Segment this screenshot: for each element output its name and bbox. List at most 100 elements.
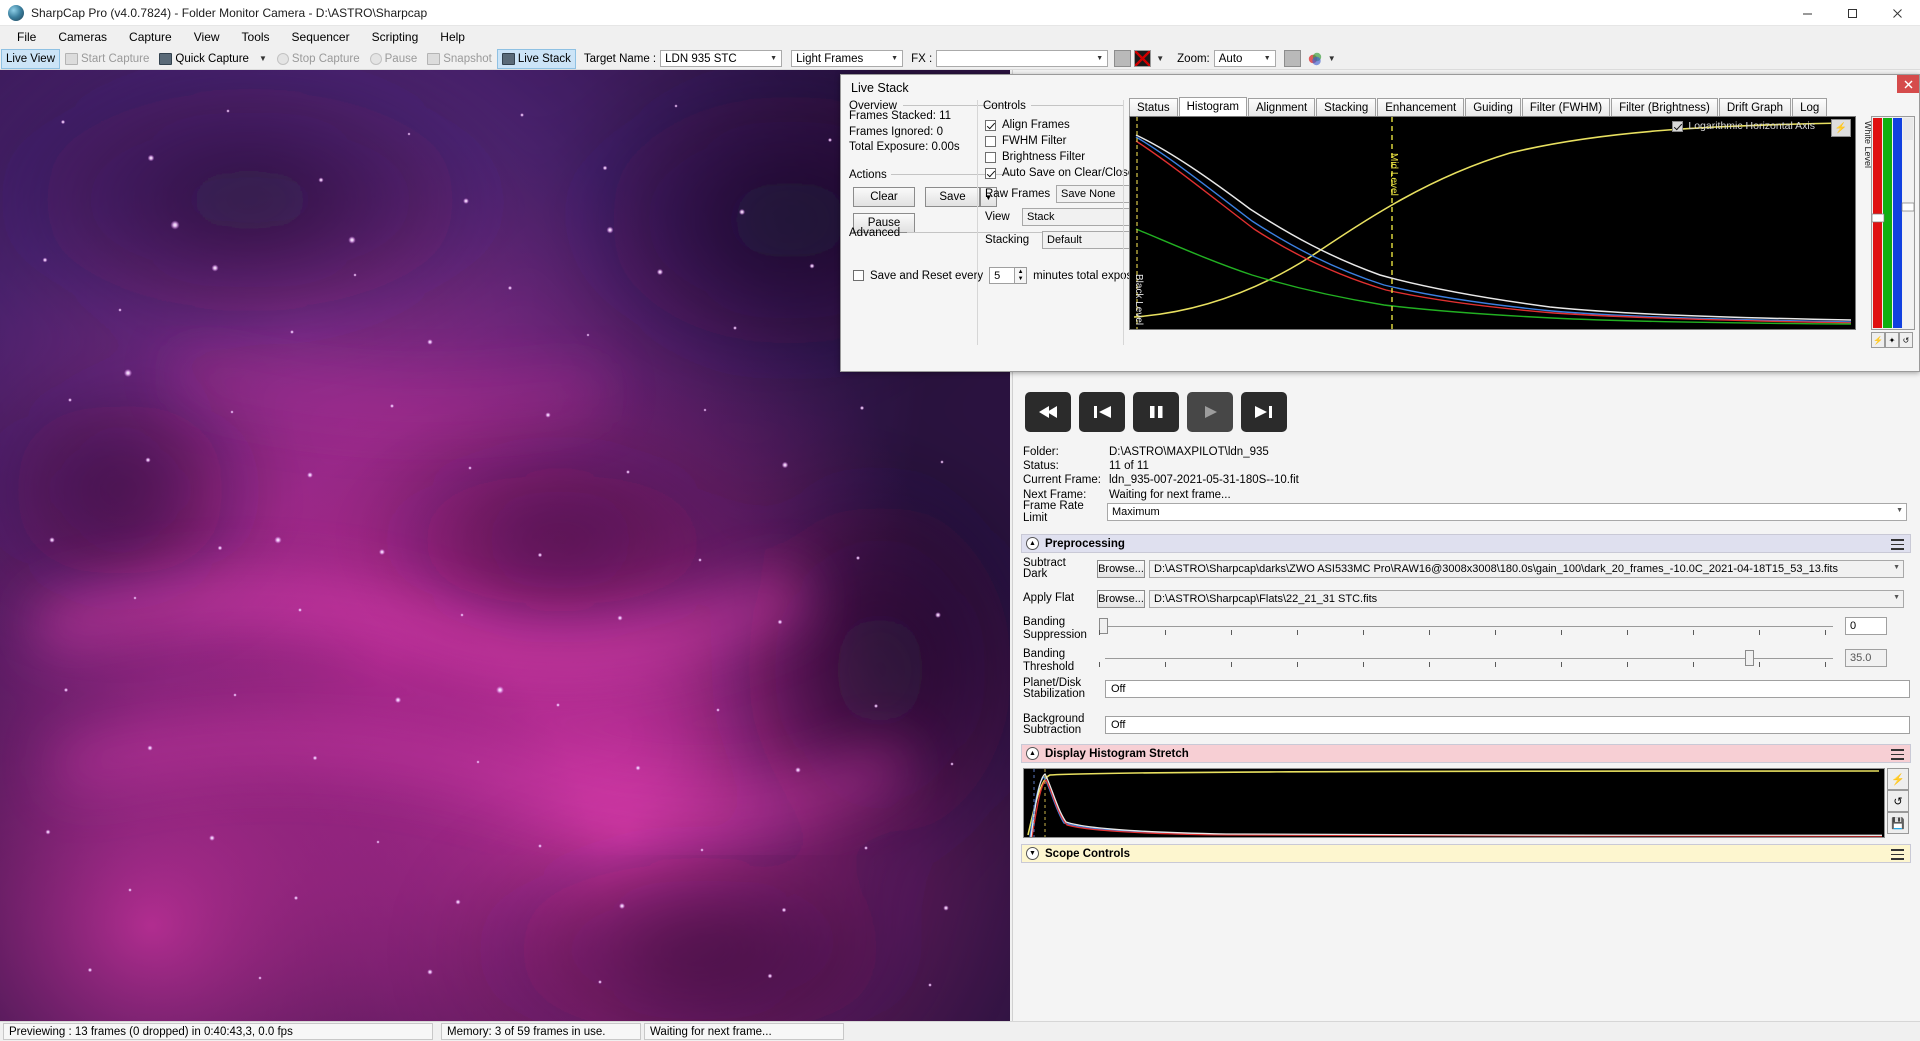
- menu-capture[interactable]: Capture: [118, 27, 183, 47]
- slider-ticks: [1099, 662, 1839, 668]
- banding-suppression-slider[interactable]: [1099, 616, 1839, 640]
- fx-select[interactable]: ▼: [936, 50, 1109, 67]
- step-back-button[interactable]: [1079, 392, 1125, 432]
- tab-alignment[interactable]: Alignment: [1248, 98, 1316, 116]
- tab-guiding[interactable]: Guiding: [1465, 98, 1521, 116]
- brightness-filter-checkbox[interactable]: [985, 151, 996, 163]
- save-reset-minutes-stepper[interactable]: ▲ ▼: [1015, 267, 1028, 284]
- reticle-toggle-icon[interactable]: [1134, 50, 1152, 67]
- live-stack-close-button[interactable]: [1897, 75, 1919, 93]
- live-stack-button[interactable]: Live Stack: [496, 48, 576, 69]
- chevron-down-icon[interactable]: ▼: [1026, 847, 1039, 860]
- subtract-dark-browse-button[interactable]: Browse...: [1097, 560, 1145, 578]
- frame-rate-limit-select[interactable]: Maximum ▼: [1107, 503, 1907, 521]
- hist-star-button[interactable]: ✦: [1885, 332, 1899, 348]
- save-reset-minutes-input[interactable]: 5: [989, 267, 1016, 284]
- target-name-input[interactable]: LDN 935 STC ▼: [660, 50, 783, 67]
- controls-title: Controls: [983, 100, 1026, 112]
- stop-capture-button[interactable]: Stop Capture: [272, 49, 365, 69]
- crosshair-toggle-icon[interactable]: [1114, 50, 1132, 67]
- banding-suppression-value[interactable]: 0: [1845, 617, 1887, 635]
- clear-stack-button[interactable]: Clear: [853, 187, 915, 207]
- chevron-down-icon[interactable]: ▼: [766, 51, 781, 66]
- stepper-up-icon[interactable]: ▲: [1018, 269, 1024, 275]
- menu-file[interactable]: File: [6, 27, 47, 47]
- color-adjust-icon[interactable]: [1307, 51, 1323, 67]
- stepper-down-icon[interactable]: ▼: [1018, 276, 1024, 282]
- fwhm-filter-checkbox[interactable]: [985, 135, 996, 147]
- chevron-down-icon[interactable]: ▼: [1893, 564, 1900, 571]
- background-subtraction-select[interactable]: Off: [1105, 716, 1910, 734]
- menu-cameras[interactable]: Cameras: [47, 27, 118, 47]
- auto-stretch-button[interactable]: ⚡: [1887, 768, 1909, 790]
- save-stretch-button[interactable]: 💾: [1887, 812, 1909, 834]
- tab-drift-graph[interactable]: Drift Graph: [1718, 98, 1792, 116]
- tab-status[interactable]: Status: [1129, 98, 1178, 116]
- chevron-down-icon[interactable]: ▼: [1260, 51, 1275, 66]
- reticle-dropdown-icon[interactable]: ▼: [1151, 54, 1169, 63]
- minimize-button[interactable]: [1785, 0, 1830, 26]
- log-axis-checkbox[interactable]: [1672, 120, 1684, 132]
- pause-icon: [369, 52, 382, 65]
- color-dropdown-icon[interactable]: ▼: [1323, 54, 1341, 63]
- preprocessing-menu-icon[interactable]: [1891, 539, 1904, 550]
- align-frames-checkbox[interactable]: [985, 119, 996, 131]
- display-histogram-menu-icon[interactable]: [1891, 749, 1904, 760]
- frame-type-select[interactable]: Light Frames ▼: [791, 50, 904, 67]
- tab-enhancement[interactable]: Enhancement: [1377, 98, 1465, 116]
- pause-playback-button[interactable]: [1133, 392, 1179, 432]
- tab-filter-fwhm[interactable]: Filter (FWHM): [1521, 98, 1611, 116]
- tab-filter-brightness[interactable]: Filter (Brightness): [1611, 98, 1718, 116]
- snapshot-button[interactable]: Snapshot: [422, 49, 497, 69]
- menu-tools[interactable]: Tools: [231, 27, 281, 47]
- chevron-down-icon[interactable]: ▼: [1092, 51, 1107, 66]
- scope-controls-section-header[interactable]: ▼ Scope Controls: [1021, 844, 1911, 863]
- apply-flat-browse-button[interactable]: Browse...: [1097, 590, 1145, 608]
- menu-sequencer[interactable]: Sequencer: [281, 27, 361, 47]
- tab-histogram[interactable]: Histogram: [1178, 97, 1248, 116]
- auto-save-label: Auto Save on Clear/Close: [1002, 167, 1135, 179]
- hist-flash-button[interactable]: ⚡: [1871, 332, 1885, 348]
- background-subtraction-label: Background Subtraction: [1023, 712, 1085, 736]
- rgb-level-strip[interactable]: [1871, 116, 1915, 330]
- chevron-up-icon[interactable]: ▲: [1026, 537, 1039, 550]
- status-preview-cell: Previewing : 13 frames (0 dropped) in 0:…: [3, 1023, 433, 1040]
- apply-flat-path[interactable]: D:\ASTRO\Sharpcap\Flats\22_21_31 STC.fit…: [1149, 590, 1904, 608]
- histogram-auto-button[interactable]: ⚡: [1831, 119, 1851, 137]
- scope-controls-menu-icon[interactable]: [1891, 849, 1904, 860]
- step-forward-button[interactable]: [1241, 392, 1287, 432]
- live-view-button[interactable]: Live View: [1, 48, 61, 69]
- maximize-button[interactable]: [1830, 0, 1875, 26]
- reset-stretch-button[interactable]: ↺: [1887, 790, 1909, 812]
- live-stack-histogram-plot[interactable]: Black Level Mid Level Logarithmic Horizo…: [1129, 116, 1856, 330]
- start-capture-button[interactable]: Start Capture: [60, 49, 154, 69]
- play-button[interactable]: [1187, 392, 1233, 432]
- preprocessing-section-header[interactable]: ▲ Preprocessing: [1021, 534, 1911, 553]
- subtract-dark-path[interactable]: D:\ASTRO\Sharpcap\darks\ZWO ASI533MC Pro…: [1149, 560, 1904, 578]
- pause-capture-button[interactable]: Pause: [365, 49, 423, 69]
- chevron-down-icon[interactable]: ▼: [1893, 594, 1900, 601]
- tab-stacking[interactable]: Stacking: [1316, 98, 1377, 116]
- save-and-reset-checkbox[interactable]: [853, 270, 864, 281]
- fit-screen-icon[interactable]: [1283, 50, 1301, 67]
- rewind-all-button[interactable]: [1025, 392, 1071, 432]
- save-stack-button[interactable]: Save: [925, 187, 980, 207]
- chevron-down-icon[interactable]: ▼: [887, 51, 902, 66]
- menu-scripting[interactable]: Scripting: [361, 27, 430, 47]
- banding-threshold-value[interactable]: 35.0: [1845, 649, 1887, 667]
- auto-save-checkbox[interactable]: [985, 167, 996, 179]
- display-histogram-plot[interactable]: [1023, 768, 1885, 838]
- planet-disk-select[interactable]: Off: [1105, 680, 1910, 698]
- menu-help[interactable]: Help: [429, 27, 476, 47]
- chevron-down-icon[interactable]: ▼: [1896, 507, 1903, 514]
- banding-threshold-slider[interactable]: [1099, 648, 1839, 672]
- menu-view[interactable]: View: [183, 27, 231, 47]
- hist-reset-button[interactable]: ↺: [1899, 332, 1913, 348]
- chevron-up-icon[interactable]: ▲: [1026, 747, 1039, 760]
- close-button[interactable]: [1875, 0, 1920, 26]
- quick-capture-dropdown-icon[interactable]: ▼: [254, 54, 272, 63]
- tab-log[interactable]: Log: [1792, 98, 1828, 116]
- quick-capture-button[interactable]: Quick Capture: [154, 49, 254, 69]
- display-histogram-section-header[interactable]: ▲ Display Histogram Stretch: [1021, 744, 1911, 763]
- zoom-select[interactable]: Auto ▼: [1213, 50, 1276, 67]
